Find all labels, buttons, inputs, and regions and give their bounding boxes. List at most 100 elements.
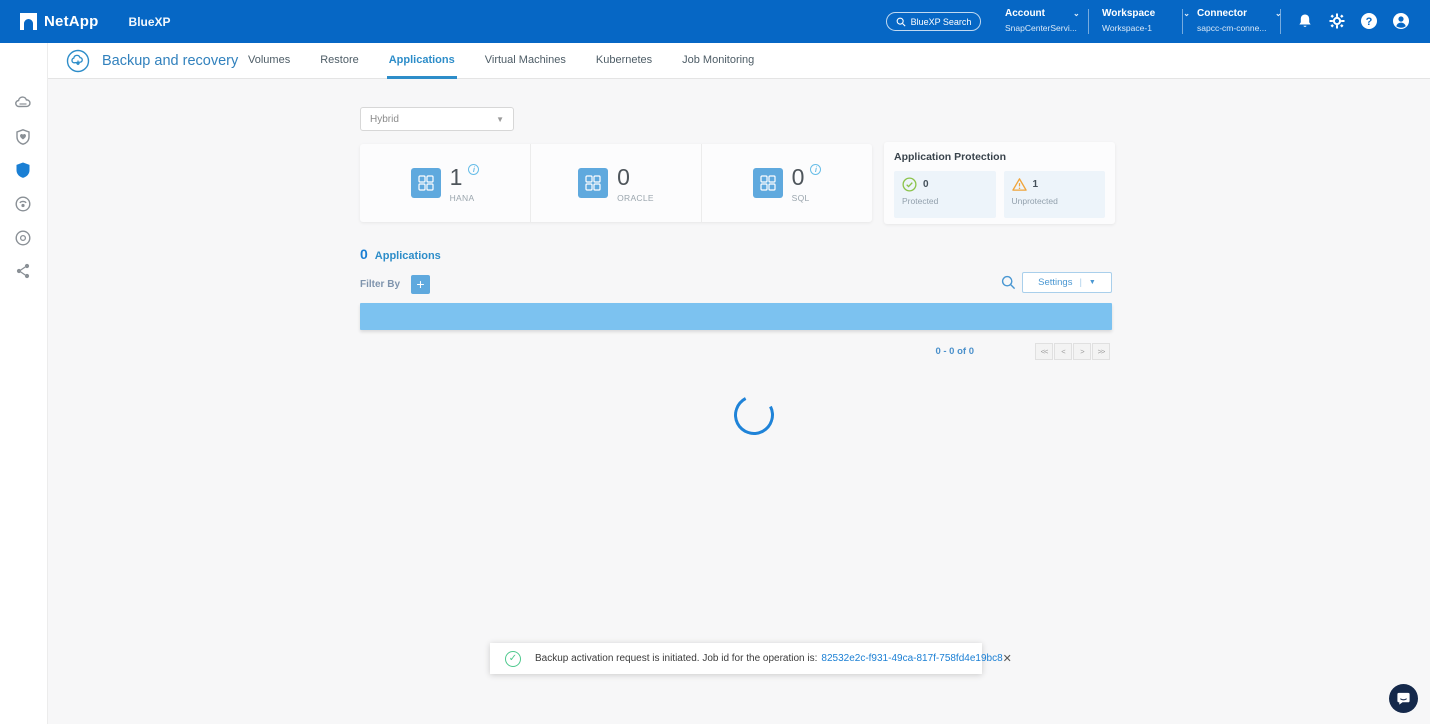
stat-sql: 0 i SQL (701, 144, 872, 222)
account-menu-label: Account (1005, 8, 1045, 19)
tab-virtual-machines[interactable]: Virtual Machines (483, 43, 568, 79)
applications-count: 0 Applications (360, 246, 441, 262)
left-nav-sidebar (0, 43, 48, 724)
account-menu[interactable]: Account ⌄ SnapCenterServi... (1005, 8, 1080, 33)
extensions-icon[interactable] (14, 229, 32, 247)
app-grid-icon (410, 168, 441, 198)
filter-row: Filter By + (360, 275, 431, 294)
netapp-logo-icon (20, 13, 37, 30)
table-search-icon[interactable] (1001, 275, 1016, 290)
connector-menu[interactable]: Connector ⌄ sapcc-cm-conne... (1197, 8, 1282, 33)
applications-count-number: 0 (360, 246, 368, 262)
environment-select-value: Hybrid (370, 113, 399, 125)
settings-button-label: Settings (1038, 277, 1073, 288)
main-content: Hybrid ▼ 1 i HANA 0 ORACLE 0 i SQL Appli… (48, 79, 1430, 724)
protected-count: 0 (923, 179, 929, 190)
hana-label: HANA (449, 192, 475, 203)
pagination-prev-button[interactable]: < (1054, 343, 1072, 360)
app-grid-icon (578, 168, 609, 198)
protection-shield-icon-active[interactable] (14, 161, 32, 179)
chevron-down-icon: ⌄ (1073, 9, 1080, 18)
help-icon[interactable]: ? (1360, 12, 1378, 30)
settings-gear-icon[interactable] (1328, 12, 1346, 30)
service-header: Backup and recovery Volumes Restore Appl… (48, 43, 1430, 79)
chevron-down-icon: ⌄ (1183, 9, 1190, 18)
sql-count: 0 (791, 163, 805, 190)
warning-triangle-icon (1011, 178, 1027, 191)
application-stats-card: 1 i HANA 0 ORACLE 0 i SQL (360, 144, 872, 222)
tab-applications[interactable]: Applications (386, 43, 457, 79)
svg-text:?: ? (1366, 16, 1373, 28)
notifications-icon[interactable] (1296, 12, 1314, 30)
workspace-menu-label: Workspace (1102, 8, 1156, 19)
connector-menu-value: sapcc-cm-conne... (1197, 23, 1267, 33)
filter-by-label: Filter By (360, 279, 401, 290)
product-name: BlueXP (128, 14, 171, 29)
bluexp-app: NetApp BlueXP BlueXP Search Account ⌄ Sna… (0, 0, 1430, 724)
loading-spinner (728, 389, 780, 441)
pagination-next-button[interactable]: > (1073, 343, 1091, 360)
job-id-link[interactable]: 82532e2c-f931-49ca-817f-758fd4e19bc8 (821, 653, 1002, 664)
settings-divider: | (1079, 277, 1082, 288)
toast-notification: ✓ Backup activation request is initiated… (490, 643, 1012, 674)
app-grid-icon (752, 168, 783, 198)
oracle-label: ORACLE (617, 192, 654, 203)
applications-count-label: Applications (374, 250, 441, 262)
add-filter-button[interactable]: + (411, 275, 431, 294)
oracle-count: 0 (617, 163, 630, 190)
topbar-divider (1182, 9, 1183, 34)
topbar-divider (1280, 9, 1281, 34)
unprotected-label: Unprotected (1011, 196, 1058, 206)
mobility-icon[interactable] (14, 195, 32, 213)
stat-hana: 1 i HANA (360, 144, 530, 222)
success-check-icon: ✓ (505, 650, 521, 667)
stat-oracle: 0 ORACLE (530, 144, 701, 222)
pagination-range: 0 - 0 of 0 (935, 346, 974, 357)
top-bar: NetApp BlueXP BlueXP Search Account ⌄ Sna… (0, 0, 1430, 43)
environment-select[interactable]: Hybrid ▼ (360, 107, 514, 131)
page-title: Backup and recovery (102, 53, 239, 69)
chat-bubble-icon (1397, 692, 1410, 705)
toast-message: Backup activation request is initiated. … (535, 653, 818, 664)
tab-kubernetes[interactable]: Kubernetes (594, 43, 654, 79)
unprotected-tile: 1 Unprotected (1003, 171, 1105, 218)
pagination: 0 - 0 of 0 << < > >> (360, 343, 1112, 361)
user-account-icon[interactable] (1392, 12, 1410, 30)
chat-launcher-button[interactable] (1389, 684, 1418, 713)
topbar-divider (1088, 9, 1089, 34)
tab-volumes[interactable]: Volumes (246, 43, 292, 79)
account-menu-value: SnapCenterServi... (1005, 23, 1077, 33)
search-button-label: BlueXP Search (910, 16, 972, 27)
share-nodes-icon[interactable] (14, 262, 32, 280)
table-header-bar (360, 303, 1112, 330)
chevron-down-icon: ▼ (1088, 279, 1096, 286)
chevron-down-icon: ▼ (496, 114, 504, 124)
info-icon[interactable]: i (810, 163, 822, 175)
toast-close-icon[interactable]: ✕ (1003, 652, 1012, 665)
brand-name: NetApp (44, 13, 99, 30)
check-circle-icon (902, 177, 917, 192)
netapp-logo[interactable]: NetApp (20, 13, 99, 30)
protected-tile: 0 Protected (894, 171, 996, 218)
sql-label: SQL (791, 192, 810, 203)
search-icon (896, 17, 906, 27)
pagination-last-button[interactable]: >> (1092, 343, 1110, 360)
bluexp-search-button[interactable]: BlueXP Search (886, 12, 981, 31)
application-protection-card: Application Protection 0 Protected 1 Unp… (884, 142, 1115, 224)
pagination-first-button[interactable]: << (1035, 343, 1053, 360)
unprotected-count: 1 (1032, 179, 1039, 190)
info-icon[interactable]: i (468, 163, 480, 175)
backup-recovery-service-icon (66, 49, 90, 73)
storage-cloud-icon[interactable] (14, 94, 32, 112)
tab-restore[interactable]: Restore (318, 43, 361, 79)
connector-menu-label: Connector (1197, 8, 1247, 19)
workspace-menu[interactable]: Workspace ⌄ Workspace-1 (1102, 8, 1190, 33)
protection-card-title: Application Protection (894, 151, 1007, 163)
protected-label: Protected (902, 196, 939, 206)
health-shield-icon[interactable] (14, 128, 32, 146)
hana-count: 1 (449, 163, 463, 190)
service-tabs: Volumes Restore Applications Virtual Mac… (246, 43, 756, 79)
table-settings-button[interactable]: Settings | ▼ (1022, 272, 1112, 293)
workspace-menu-value: Workspace-1 (1102, 23, 1152, 33)
tab-job-monitoring[interactable]: Job Monitoring (680, 43, 756, 79)
